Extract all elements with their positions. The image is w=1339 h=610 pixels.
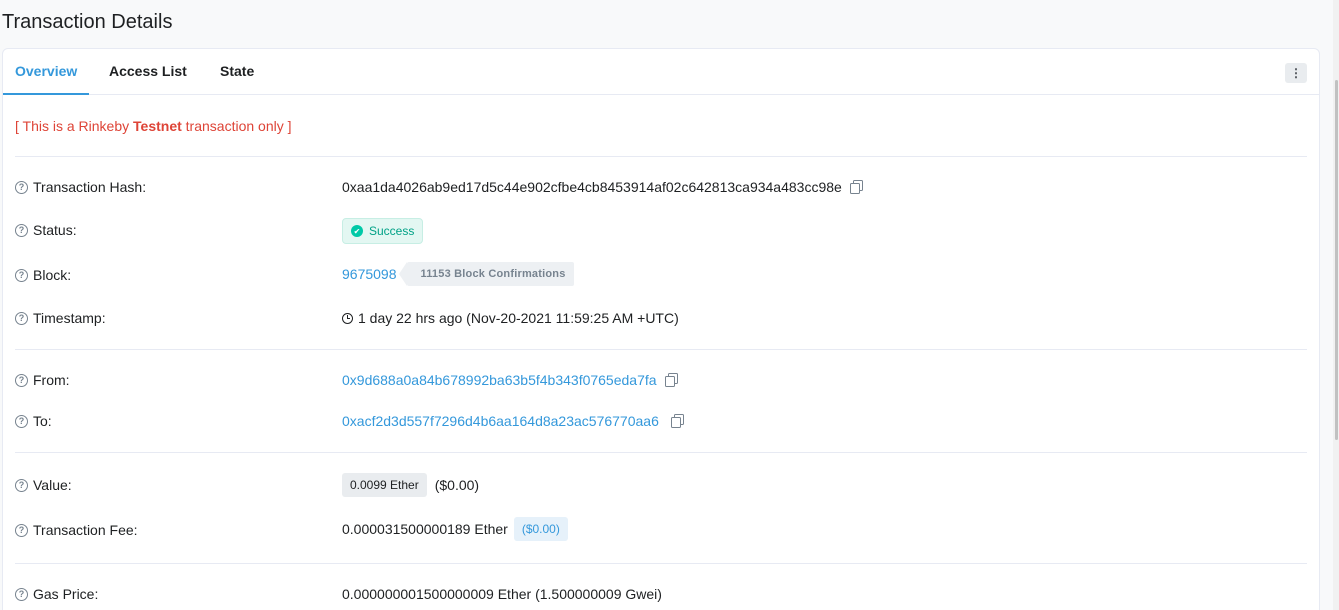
status-text: Success (369, 224, 415, 238)
help-icon[interactable]: ? (15, 523, 28, 537)
from-label: ? From: (15, 372, 70, 388)
help-icon[interactable]: ? (15, 180, 28, 194)
value-label: ? Value: (15, 477, 72, 493)
check-circle-icon: ✔ (351, 225, 363, 237)
help-icon[interactable]: ? (15, 223, 28, 237)
transaction-card: Overview Access List State ⋮ [ This is a… (2, 48, 1320, 610)
timestamp-label: ? Timestamp: (15, 310, 106, 326)
divider (15, 452, 1307, 453)
fee-amount: 0.000031500000189 Ether (342, 521, 508, 537)
status-badge: ✔ Success (342, 218, 424, 244)
value-row: 0.0099 Ether ($0.00) (342, 473, 479, 497)
value-label-text: Value: (33, 477, 72, 493)
testnet-notice: [ This is a Rinkeby Testnet transaction … (15, 118, 292, 134)
help-icon[interactable]: ? (15, 373, 28, 387)
from-address-link[interactable]: 0x9d688a0a84b678992ba63b5f4b343f0765eda7… (342, 372, 657, 388)
timestamp-value-row: 1 day 22 hrs ago (Nov-20-2021 11:59:25 A… (342, 310, 679, 326)
more-vertical-icon: ⋮ (1290, 66, 1302, 80)
from-value-row: 0x9d688a0a84b678992ba63b5f4b343f0765eda7… (342, 372, 678, 388)
gas-price-label: ? Gas Price: (15, 586, 98, 602)
scrollbar[interactable] (1333, 0, 1339, 610)
tab-bar: Overview Access List State ⋮ (3, 49, 1319, 95)
testnet-notice-suffix: transaction only ] (181, 118, 292, 134)
tab-access-list[interactable]: Access List (109, 63, 187, 79)
more-options-button[interactable]: ⋮ (1285, 63, 1307, 83)
help-icon[interactable]: ? (15, 311, 28, 325)
ether-value-badge: 0.0099 Ether (342, 473, 427, 497)
tab-overview[interactable]: Overview (15, 63, 77, 79)
block-number-link[interactable]: 9675098 (342, 266, 397, 282)
clock-icon (342, 312, 353, 324)
value-usd: ($0.00) (434, 477, 480, 493)
copy-icon[interactable] (670, 414, 684, 428)
copy-icon[interactable] (664, 373, 678, 387)
timestamp-text: 1 day 22 hrs ago (Nov-20-2021 11:59:25 A… (358, 310, 679, 326)
help-icon[interactable]: ? (15, 478, 28, 492)
scrollbar-thumb[interactable] (1335, 80, 1338, 440)
block-label-text: Block: (33, 267, 72, 283)
block-label: ? Block: (15, 267, 71, 283)
help-icon[interactable]: ? (15, 414, 28, 428)
to-label-text: To: (33, 413, 52, 429)
active-tab-indicator (3, 93, 89, 95)
status-value-row: ✔ Success (342, 218, 424, 244)
fee-label: ? Transaction Fee: (15, 522, 138, 538)
fee-row: 0.000031500000189 Ether ($0.00) (342, 517, 568, 541)
from-label-text: From: (33, 372, 70, 388)
fee-label-text: Transaction Fee: (33, 522, 138, 538)
status-label: ? Status: (15, 222, 77, 238)
fee-usd-badge: ($0.00) (513, 517, 568, 541)
divider (15, 156, 1307, 157)
timestamp-label-text: Timestamp: (33, 310, 106, 326)
help-icon[interactable]: ? (15, 268, 28, 282)
to-value-row: 0xacf2d3d557f7296d4b6aa164d8a23ac576770a… (342, 413, 684, 429)
to-address-link[interactable]: 0xacf2d3d557f7296d4b6aa164d8a23ac576770a… (342, 413, 659, 429)
gas-price-value: 0.000000001500000009 Ether (1.500000009 … (342, 586, 662, 602)
block-confirmations-badge: 11153 Block Confirmations (398, 262, 574, 286)
tab-state[interactable]: State (220, 63, 254, 79)
page-title: Transaction Details (2, 11, 173, 33)
transaction-hash: 0xaa1da4026ab9ed17d5c44e902cfbe4cb845391… (342, 179, 842, 195)
hash-label-text: Transaction Hash: (33, 179, 147, 195)
gas-price-row: 0.000000001500000009 Ether (1.500000009 … (342, 586, 662, 602)
status-label-text: Status: (33, 222, 77, 238)
hash-label: ? Transaction Hash: (15, 179, 146, 195)
help-icon[interactable]: ? (15, 587, 28, 601)
block-value-row: 9675098 11153 Block Confirmations (342, 262, 574, 286)
testnet-notice-bold: Testnet (133, 118, 182, 134)
gas-price-label-text: Gas Price: (33, 586, 99, 602)
testnet-notice-prefix: [ This is a Rinkeby (15, 118, 134, 134)
divider (15, 349, 1307, 350)
to-label: ? To: (15, 413, 52, 429)
copy-icon[interactable] (849, 180, 863, 194)
divider (15, 563, 1307, 564)
hash-value-row: 0xaa1da4026ab9ed17d5c44e902cfbe4cb845391… (342, 179, 863, 195)
